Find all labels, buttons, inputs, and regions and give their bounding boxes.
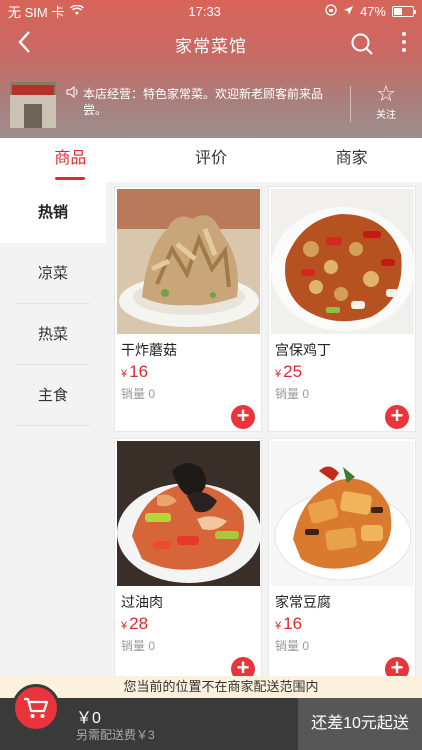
tab-reviews[interactable]: 评价: [141, 138, 282, 182]
add-to-cart-button[interactable]: +: [385, 405, 409, 429]
product-price: ¥16: [275, 614, 303, 633]
product-sales: 销量 0: [275, 639, 310, 653]
rotation-lock-icon: [325, 3, 337, 19]
product-price: ¥28: [121, 614, 149, 633]
product-image: [271, 441, 414, 586]
plus-icon: +: [236, 655, 250, 677]
product-name: 干炸蘑菇: [121, 342, 177, 358]
product-sales: 销量 0: [275, 387, 310, 401]
category-hot-dishes[interactable]: 热菜: [0, 304, 106, 365]
plus-icon: +: [390, 403, 404, 428]
add-to-cart-button[interactable]: +: [231, 657, 255, 676]
tab-products[interactable]: 商品: [0, 138, 141, 182]
shop-notice: 本店经营：特色家常菜。欢迎新老顾客前来品尝。: [66, 86, 334, 118]
cart-icon: [24, 697, 49, 718]
tab-merchant[interactable]: 商家: [281, 138, 422, 182]
nav-bar: 家常菜馆: [0, 22, 422, 66]
product-card[interactable]: 干炸蘑菇 ¥16 销量 0 +: [114, 186, 262, 432]
tab-bar: 商品 评价 商家: [0, 138, 422, 182]
page-title: 家常菜馆: [175, 36, 247, 56]
shop-thumbnail[interactable]: [10, 82, 56, 128]
add-to-cart-button[interactable]: +: [385, 657, 409, 676]
star-icon: ☆: [376, 81, 396, 106]
category-sidebar: 热销 凉菜 热菜 主食: [0, 182, 106, 676]
search-button[interactable]: [350, 32, 374, 56]
search-icon: [351, 33, 373, 55]
category-hot-sale[interactable]: 热销: [0, 182, 106, 243]
chevron-left-icon: [18, 31, 30, 53]
more-dot-icon: [402, 40, 406, 44]
product-image: [117, 189, 260, 334]
battery-fill: [393, 7, 402, 15]
delivery-warning: 您当前的位置不在商家配送范围内: [0, 676, 422, 698]
delivery-fee: 另需配送费￥3: [76, 728, 155, 742]
shop-sign: [12, 85, 54, 95]
more-button[interactable]: [400, 30, 408, 52]
plus-icon: +: [236, 403, 250, 428]
follow-label: 关注: [376, 110, 396, 121]
add-to-cart-button[interactable]: +: [231, 405, 255, 429]
product-image: [117, 441, 260, 586]
location-icon: [343, 4, 354, 19]
back-button[interactable]: [12, 30, 36, 61]
checkout-button[interactable]: 还差10元起送: [298, 698, 422, 750]
more-dot-icon: [402, 32, 406, 36]
more-dot-icon: [402, 48, 406, 52]
wifi-icon: [70, 4, 85, 19]
plus-icon: +: [390, 655, 404, 677]
status-bar: 无 SIM 卡 17:33 47%: [0, 0, 422, 22]
product-sales: 销量 0: [121, 639, 156, 653]
follow-button[interactable]: ☆ 关注: [366, 81, 406, 122]
battery-icon: [391, 5, 416, 17]
product-grid: 干炸蘑菇 ¥16 销量 0 + 宫保鸡丁 ¥25 销量 0 + 过油肉 ¥ 28…: [114, 186, 418, 676]
product-name: 过油肉: [121, 594, 163, 610]
product-card[interactable]: 宫保鸡丁 ¥25 销量 0 +: [268, 186, 416, 432]
product-image: [271, 189, 414, 334]
product-price: ¥25: [275, 362, 303, 381]
product-name: 家常豆腐: [275, 594, 331, 610]
category-cold-dishes[interactable]: 凉菜: [0, 243, 106, 304]
speaker-icon: [66, 86, 79, 118]
product-name: 宫保鸡丁: [275, 342, 331, 358]
cart-bar: ￥0 另需配送费￥3 还差10元起送: [0, 684, 422, 750]
carrier-label: 无 SIM 卡: [8, 4, 65, 20]
product-price: ¥16: [121, 362, 149, 381]
shop-notice-text: 本店经营：特色家常菜。欢迎新老顾客前来品尝。: [83, 87, 324, 117]
shop-header: 无 SIM 卡 17:33 47% 家常菜馆 本店经营：特色家常菜。欢迎新老顾客…: [0, 0, 422, 138]
divider: [350, 86, 351, 122]
product-card[interactable]: 过油肉 ¥28 销量 0 +: [114, 438, 262, 676]
cart-total: ￥0: [76, 710, 101, 727]
product-sales: 销量 0: [121, 387, 156, 401]
category-staple-food[interactable]: 主食: [0, 365, 106, 426]
product-card[interactable]: 家常豆腐 ¥16 销量 0 +: [268, 438, 416, 676]
status-time: 17:33: [188, 3, 221, 19]
cart-button[interactable]: [12, 684, 60, 732]
battery-percent: 47%: [359, 3, 386, 19]
shop-info: 本店经营：特色家常菜。欢迎新老顾客前来品尝。 ☆ 关注: [0, 78, 422, 132]
